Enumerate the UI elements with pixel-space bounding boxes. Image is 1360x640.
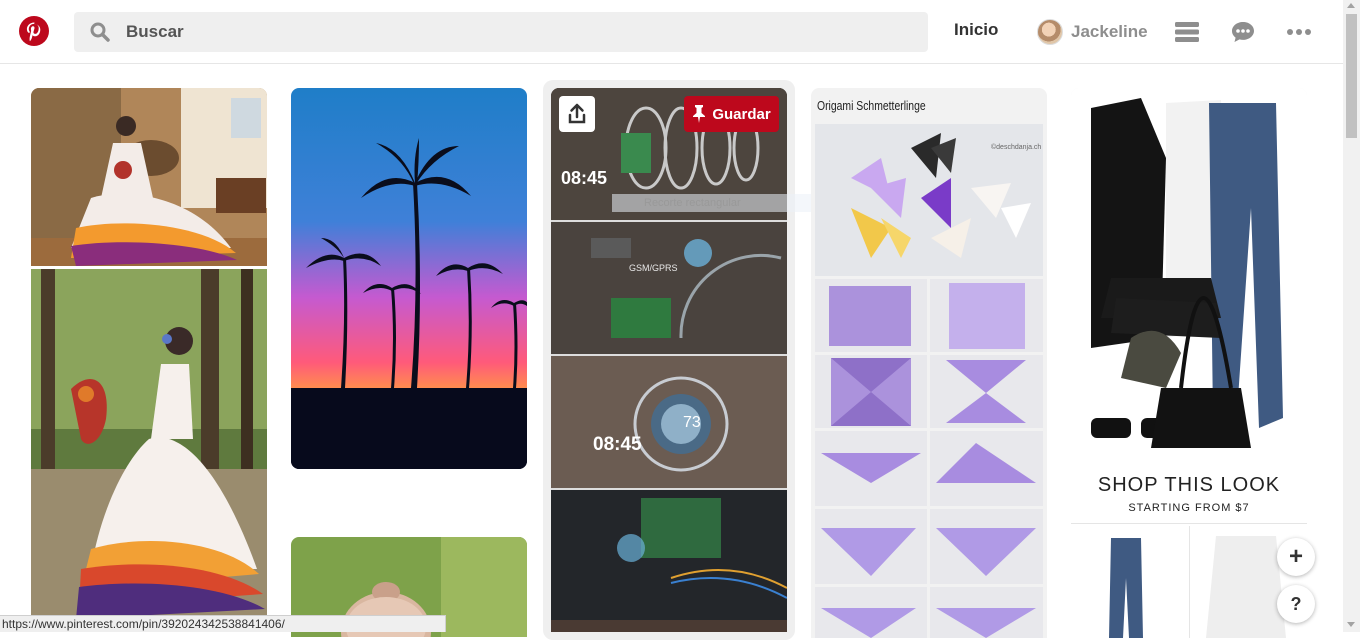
help-button[interactable]: ?	[1277, 585, 1315, 623]
pin-image	[1071, 88, 1307, 638]
scrollbar[interactable]	[1343, 0, 1360, 632]
pin-wedding-dress-top[interactable]	[31, 88, 267, 266]
pin-palm-sunset[interactable]	[291, 88, 527, 469]
pin-smart-thermostat[interactable]: 08:45 GSM/GPRS 08:45 73	[551, 88, 787, 632]
scrollbar-thumb[interactable]	[1346, 14, 1357, 138]
scroll-up-arrow-icon[interactable]	[1347, 3, 1355, 8]
search-input[interactable]	[126, 12, 906, 52]
clock-text: 08:45	[561, 168, 608, 188]
messages-icon[interactable]	[1230, 20, 1256, 44]
pin-wedding-dress-bottom[interactable]	[31, 269, 267, 619]
menu-icon[interactable]	[1174, 20, 1200, 44]
search-bar[interactable]	[74, 12, 928, 52]
scroll-down-arrow-icon[interactable]	[1347, 622, 1355, 627]
pin-image	[291, 88, 527, 469]
module-text: GSM/GPRS	[629, 263, 678, 273]
nav-profile-link[interactable]: Jackeline	[1037, 18, 1148, 46]
avatar	[1037, 19, 1063, 45]
watermark: ©deschdanja.ch	[991, 144, 1042, 151]
dial-text: 73	[683, 414, 701, 431]
add-pin-button[interactable]: +	[1277, 538, 1315, 576]
pin-origami-butterflies[interactable]: Origami Schmetterlinge ©deschdanja.ch	[811, 88, 1047, 638]
save-button[interactable]: Guardar	[684, 96, 779, 132]
pin-image	[31, 88, 267, 266]
pinterest-logo-icon[interactable]	[19, 16, 49, 46]
top-header: Inicio Jackeline	[0, 0, 1343, 64]
search-icon	[90, 22, 110, 42]
share-button[interactable]	[559, 96, 595, 132]
status-bar-url: https://www.pinterest.com/pin/3920243425…	[0, 615, 446, 632]
shop-subtitle: STARTING FROM $7	[1128, 502, 1250, 514]
nav-home-link[interactable]: Inicio	[954, 20, 998, 40]
share-icon	[568, 103, 586, 124]
clock-text-2: 08:45	[593, 434, 642, 455]
more-icon[interactable]	[1286, 20, 1312, 44]
pin-image	[31, 269, 267, 619]
save-button-label: Guardar	[712, 105, 771, 123]
user-name: Jackeline	[1071, 22, 1148, 41]
pin-icon	[693, 105, 706, 123]
pin-shop-this-look[interactable]: SHOP THIS LOOK STARTING FROM $7	[1071, 88, 1307, 638]
pin-image	[815, 124, 1043, 638]
tooltip-rect-cutout: Recorte rectangular	[612, 194, 822, 212]
shop-title: SHOP THIS LOOK	[1097, 474, 1281, 496]
